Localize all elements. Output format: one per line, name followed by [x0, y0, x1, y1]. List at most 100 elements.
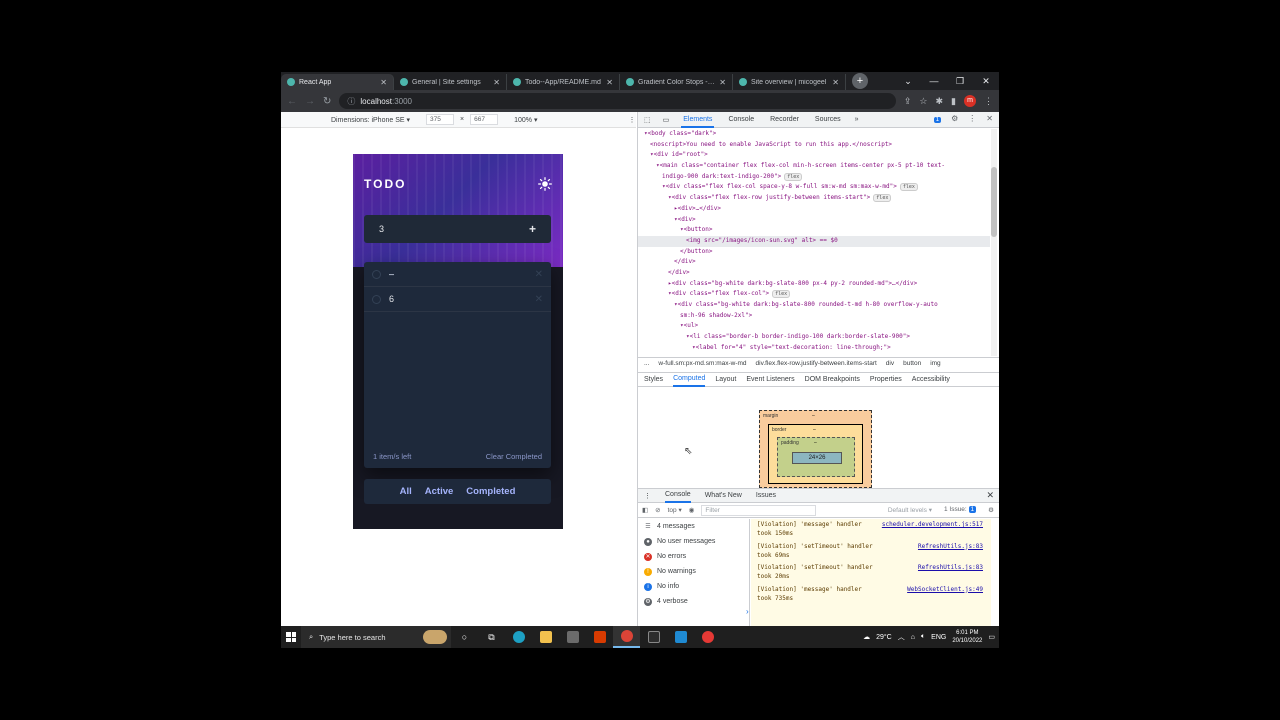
todo-checkbox[interactable] [372, 269, 381, 279]
dom-node[interactable]: ▾<body class="dark"> [638, 129, 990, 140]
console-filter-item[interactable]: ! No warnings [638, 564, 749, 579]
eye-icon[interactable]: ◉ [689, 506, 695, 514]
tray-expand-icon[interactable]: ︿ [898, 632, 905, 642]
sidebar-icon[interactable]: ▮ [951, 96, 956, 107]
device-toolbar-menu-icon[interactable]: ⋮ [628, 116, 635, 124]
recorder-app-icon[interactable] [694, 626, 721, 648]
dom-node[interactable]: ▾<button> [638, 225, 990, 236]
dom-node[interactable]: ▾<li class="border-b border-indigo-100 d… [638, 332, 990, 343]
weather-temperature[interactable]: 29°C [876, 634, 892, 641]
new-todo-input[interactable]: 3 + [364, 215, 551, 243]
browser-tab[interactable]: Todo--App/README.md ✕ [507, 74, 620, 90]
console-filter-item[interactable]: ✕ No errors [638, 549, 749, 564]
issues-link[interactable]: 1 Issue: 1 [944, 506, 977, 514]
dom-node[interactable]: ▾<div id="root"> [638, 150, 990, 161]
tab-console[interactable]: Console [726, 116, 756, 123]
console-message-source-link[interactable]: RefreshUtils.js:83 [918, 563, 983, 572]
breadcrumb-item[interactable]: ... [644, 360, 649, 367]
browser-tab[interactable]: Gradient Color Stops - Ta ✕ [620, 74, 733, 90]
tab-close-icon[interactable]: ✕ [493, 78, 500, 87]
log-levels-select[interactable]: Default levels ▾ [888, 506, 932, 514]
reload-icon[interactable]: ↻ [323, 96, 331, 107]
dom-node[interactable]: </button> [638, 247, 990, 258]
start-button[interactable] [281, 626, 301, 648]
network-icon[interactable]: ⌂ [911, 634, 915, 641]
console-prompt-icon[interactable]: › [746, 607, 749, 616]
sun-icon[interactable] [538, 177, 552, 191]
breadcrumb-item[interactable]: button [903, 360, 921, 367]
share-icon[interactable]: ⇪ [904, 96, 912, 107]
extensions-icon[interactable]: ✱ [936, 96, 944, 107]
profile-avatar[interactable]: m [964, 95, 976, 107]
volume-icon[interactable]: 🔈︎ [921, 633, 925, 641]
more-tabs-icon[interactable]: » [855, 116, 859, 123]
delete-icon[interactable]: ✕ [535, 294, 543, 305]
tab-close-icon[interactable]: ✕ [606, 78, 613, 87]
dom-node[interactable]: </div> [638, 268, 990, 279]
close-window-button[interactable]: ✕ [973, 72, 999, 90]
dom-node[interactable]: <img src="/images/icon-sun.svg" alt> == … [638, 235, 990, 247]
dom-node[interactable]: ▾<div class="flex flex-col"> flex [638, 289, 990, 300]
todo-checkbox[interactable] [372, 294, 381, 304]
drawer-menu-icon[interactable]: ⋮ [644, 492, 651, 500]
vscode-icon[interactable] [667, 626, 694, 648]
filter-all[interactable]: All [400, 486, 412, 497]
dom-node[interactable]: ▾<ul> [638, 321, 990, 332]
console-message-source-link[interactable]: scheduler.development.js:517 [882, 520, 983, 529]
dom-node[interactable]: ▸<div>…</div> [638, 204, 990, 215]
dom-node[interactable]: ▾<main class="container flex flex-col mi… [638, 161, 990, 172]
tab-recorder[interactable]: Recorder [768, 116, 801, 123]
console-filter-item[interactable]: ⚙ 4 verbose [638, 594, 749, 609]
console-filter-item[interactable]: ● No user messages [638, 534, 749, 549]
task-view-icon[interactable]: ⧉ [478, 626, 505, 648]
context-select[interactable]: top ▾ [668, 506, 682, 514]
dom-node[interactable]: <noscript>You need to enable JavaScript … [638, 140, 990, 151]
edge-icon[interactable] [505, 626, 532, 648]
issues-counter[interactable]: 1 [933, 114, 942, 123]
back-icon[interactable]: ← [287, 96, 297, 107]
dom-node[interactable]: ▾<label for="4" style="text-decoration: … [638, 343, 990, 354]
file-explorer-icon[interactable] [532, 626, 559, 648]
calculator-icon[interactable] [559, 626, 586, 648]
device-select[interactable]: Dimensions: iPhone SE ▾ [331, 116, 410, 124]
chrome-icon[interactable] [613, 626, 640, 648]
tab-search-icon[interactable]: ⌄ [895, 72, 921, 90]
subtab-accessibility[interactable]: Accessibility [912, 376, 950, 383]
restore-button[interactable]: ❐ [947, 72, 973, 90]
dom-node[interactable]: ▾<div class="flex flex-col space-y-8 w-f… [638, 182, 990, 193]
terminal-icon[interactable] [640, 626, 667, 648]
clock[interactable]: 6:01 PM 20/10/2022 [952, 629, 982, 645]
elements-scrollbar[interactable] [991, 129, 997, 356]
subtab-styles[interactable]: Styles [644, 376, 663, 383]
console-message-source-link[interactable]: WebSocketClient.js:49 [907, 585, 983, 594]
console-filter-item[interactable]: i No info [638, 579, 749, 594]
device-height-input[interactable]: 667 [470, 114, 499, 125]
forward-icon[interactable]: → [305, 96, 315, 107]
add-todo-button[interactable]: + [529, 222, 536, 236]
language-indicator[interactable]: ENG [931, 634, 946, 641]
todo-item[interactable]: – ✕ [364, 262, 551, 287]
dom-node[interactable]: ▾<div class="flex flex-row justify-betwe… [638, 193, 990, 204]
tab-close-icon[interactable]: ✕ [832, 78, 839, 87]
browser-tab[interactable]: General | Site settings ✕ [394, 74, 507, 90]
breadcrumb-item[interactable]: div.flex.flex-row.justify-between.items-… [756, 360, 877, 367]
device-mode-icon[interactable]: ▭ [663, 116, 670, 124]
filter-active[interactable]: Active [425, 486, 454, 497]
zoom-select[interactable]: 100% ▾ [514, 116, 537, 124]
dom-node[interactable]: ▾<div> [638, 215, 990, 226]
subtab-computed[interactable]: Computed [673, 372, 706, 387]
dom-node[interactable]: ▾<div class="bg-white dark:bg-slate-800 … [638, 300, 990, 311]
delete-icon[interactable]: ✕ [535, 269, 543, 280]
sidebar-toggle-icon[interactable]: ◧ [642, 506, 648, 514]
browser-tab[interactable]: Site overview | micogeel ✕ [733, 74, 846, 90]
taskbar-search[interactable]: ⌕ Type here to search [301, 626, 451, 648]
clear-completed-button[interactable]: Clear Completed [486, 452, 542, 461]
dom-node[interactable]: </div> [638, 257, 990, 268]
subtab-event-listeners[interactable]: Event Listeners [746, 376, 794, 383]
drawer-tab-console[interactable]: Console [665, 489, 691, 503]
dom-node[interactable]: sm:h-96 shadow-2xl"> [638, 311, 990, 322]
new-tab-button[interactable]: + [852, 73, 868, 89]
elements-tree[interactable]: ▾<body class="dark"> <noscript>You need t… [638, 129, 990, 356]
browser-tab[interactable]: React App ✕ [281, 74, 394, 90]
subtab-dom-breakpoints[interactable]: DOM Breakpoints [805, 376, 860, 383]
